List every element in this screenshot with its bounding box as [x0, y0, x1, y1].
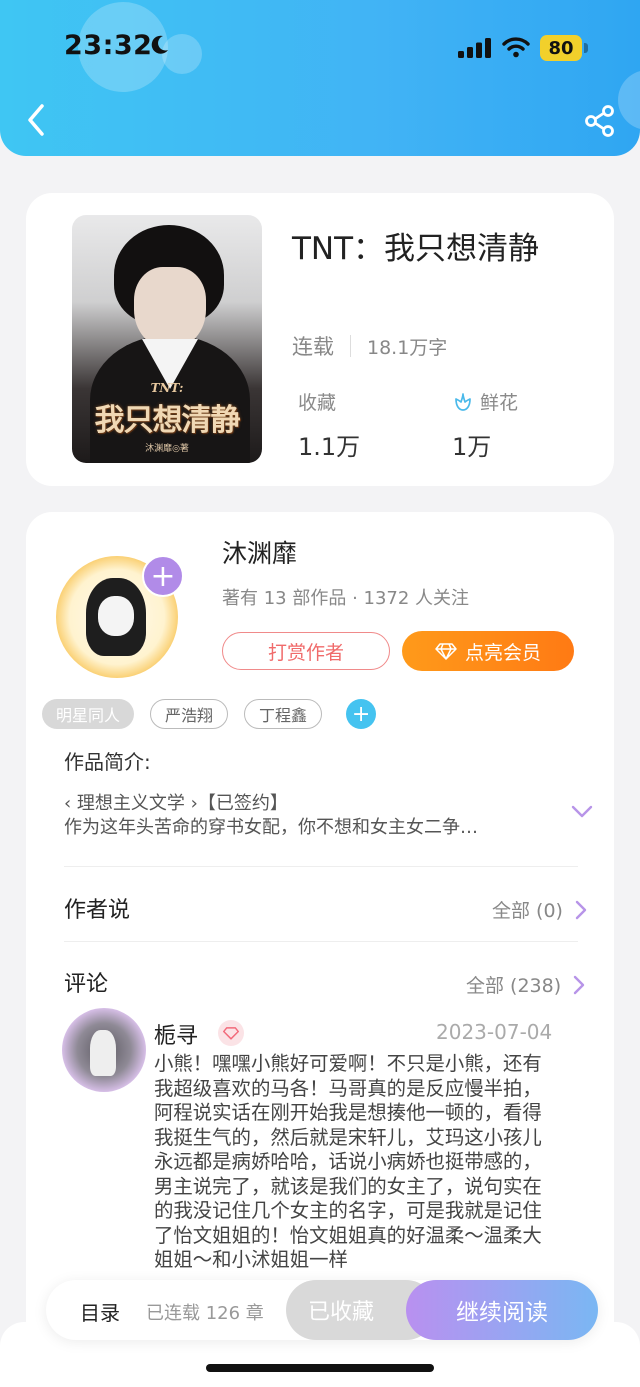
- wifi-icon: [502, 37, 530, 58]
- diamond-icon: [435, 643, 457, 660]
- chevron-right-icon: [575, 900, 587, 919]
- divider: [350, 335, 351, 357]
- author-meta: 著有 13 部作品 · 1372 人关注: [222, 588, 470, 609]
- top-header: 23:32 80: [0, 0, 640, 156]
- flowers-stat[interactable]: 鲜花 1万: [452, 388, 518, 462]
- divider: [64, 941, 578, 942]
- share-icon[interactable]: [582, 103, 618, 139]
- vip-badge-icon: [218, 1020, 244, 1046]
- cover-art: [134, 267, 206, 349]
- continue-reading-button[interactable]: 继续阅读: [406, 1280, 598, 1340]
- author-says-title: 作者说: [64, 898, 131, 923]
- commenter-avatar[interactable]: [62, 1008, 146, 1092]
- flowers-value: 1万: [452, 433, 492, 461]
- toc-button[interactable]: 目录: [80, 1297, 120, 1326]
- chapter-count: 已连载 126 章: [146, 1303, 264, 1324]
- vip-button[interactable]: 点亮会员: [402, 631, 574, 671]
- battery-indicator: 80: [540, 35, 588, 61]
- bottom-action-bar: 目录 已连载 126 章 已收藏 继续阅读: [46, 1280, 598, 1340]
- author-detail-card: + 沐渊靡 著有 13 部作品 · 1372 人关注 打赏作者 点亮会员 明星同…: [26, 512, 614, 1387]
- author-says-all-link[interactable]: 全部 (0): [492, 896, 587, 923]
- chevron-down-icon[interactable]: [570, 804, 594, 820]
- book-cover[interactable]: TNT: 我只想清静 沐渊靡◎著: [72, 215, 262, 463]
- author-says-count: 全部 (0): [492, 900, 563, 922]
- tag-character[interactable]: 丁程鑫: [244, 699, 323, 729]
- home-indicator[interactable]: [206, 1364, 434, 1372]
- battery-level: 80: [540, 35, 582, 61]
- favorites-label: 收藏: [298, 392, 337, 414]
- vip-button-label: 点亮会员: [464, 641, 541, 664]
- comments-count: 全部 (238): [466, 975, 562, 997]
- battery-tip: [584, 43, 588, 53]
- commenter-name[interactable]: 栀寻: [154, 1018, 198, 1050]
- author-avatar-wrap[interactable]: +: [56, 555, 184, 678]
- status-time: 23:32: [64, 30, 153, 61]
- add-tag-button[interactable]: +: [346, 699, 377, 729]
- decor-bubble: [618, 70, 640, 130]
- collected-label: 已收藏: [307, 1300, 374, 1325]
- divider: [64, 866, 578, 867]
- signal-icon: [458, 38, 491, 58]
- book-title: TNT：我只想清静: [292, 231, 540, 267]
- intro-genre: ‹ 理想主义文学 ›【已签约】: [64, 793, 288, 814]
- word-count: 18.1万字: [367, 336, 448, 359]
- favorites-value: 1.1万: [298, 433, 361, 461]
- book-status-row: 连载 18.1万字: [292, 331, 447, 361]
- comments-all-link[interactable]: 全部 (238): [466, 971, 585, 998]
- tag-character[interactable]: 严浩翔: [150, 699, 229, 729]
- intro-title: 作品简介:: [64, 750, 151, 774]
- serial-status: 连载: [292, 335, 334, 359]
- flowers-label: 鲜花: [480, 392, 519, 414]
- chevron-right-icon: [573, 975, 585, 994]
- back-button[interactable]: [20, 100, 52, 140]
- favorites-stat: 收藏 1.1万: [298, 388, 360, 462]
- tag-category[interactable]: 明星同人: [42, 699, 135, 729]
- cover-title: 我只想清静: [94, 403, 241, 438]
- comments-title: 评论: [64, 972, 109, 997]
- avatar-art: [90, 1030, 116, 1076]
- tag-list: 明星同人 严浩翔 丁程鑫 +: [42, 699, 377, 729]
- cover-subtitle: TNT:: [150, 381, 184, 395]
- cover-author: 沐渊靡◎著: [145, 444, 189, 454]
- flowers-label-row: 鲜花: [452, 388, 518, 415]
- author-name[interactable]: 沐渊靡: [222, 534, 297, 570]
- follow-author-button[interactable]: +: [142, 555, 184, 597]
- tip-author-button[interactable]: 打赏作者: [222, 632, 390, 670]
- avatar-art: [98, 596, 134, 636]
- intro-summary[interactable]: 作为这年头苦命的穿书女配，你不想和女主女二争…: [64, 813, 478, 839]
- book-info-card: TNT: 我只想清静 沐渊靡◎著 TNT：我只想清静 连载 18.1万字 收藏 …: [26, 193, 614, 486]
- comment-date: 2023-07-04: [436, 1020, 553, 1044]
- moon-icon: [151, 35, 168, 54]
- flower-icon: [455, 392, 471, 411]
- comment-text[interactable]: 小熊！嘿嘿小熊好可爱啊！不只是小熊，还有我超级喜欢的马各！马哥真的是反应慢半拍，…: [154, 1052, 554, 1282]
